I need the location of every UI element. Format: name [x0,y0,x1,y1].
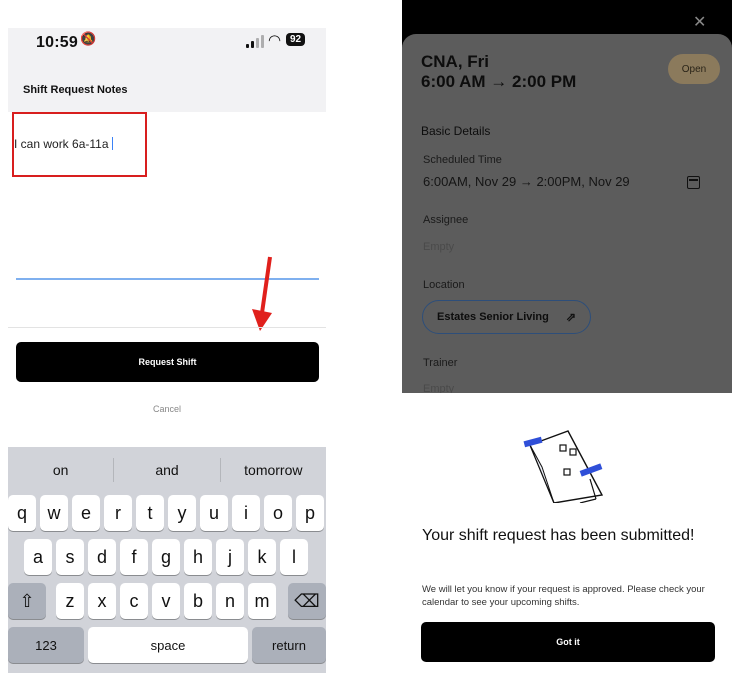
key[interactable]: t [136,495,164,531]
cancel-link[interactable]: Cancel [8,404,326,414]
key[interactable]: q [8,495,36,531]
key[interactable]: m [248,583,276,619]
notes-input-text: I can work 6a-11a [14,137,109,151]
shift-title-line2: 6:00 AM → 2:00 PM [421,72,577,91]
suggestion-bar: on and tomorrow [8,447,326,493]
calendar-illustration-icon [523,430,604,503]
keyboard: on and tomorrow q w e r t y u i o p a s … [8,447,326,673]
got-it-button[interactable]: Got it [421,622,715,662]
location-label: Location [423,279,465,291]
suggestion-item[interactable]: tomorrow [221,447,326,493]
key[interactable]: f [120,539,148,575]
right-phone-screen: ✕ CNA, Fri 6:00 AM → 2:00 PM Open Basic … [402,0,732,673]
notes-input[interactable]: I can work 6a-11a [14,137,113,151]
key[interactable]: u [200,495,228,531]
status-bar: 10:59 🔕 ◠ 92 [8,28,326,56]
location-value: Estates Senior Living [437,311,549,323]
key[interactable]: n [216,583,244,619]
key[interactable]: r [104,495,132,531]
suggestion-item[interactable]: and [114,447,219,493]
left-phone-screen: 10:59 🔕 ◠ 92 Shift Request Notes I can w… [8,0,326,673]
close-icon[interactable]: ✕ [693,12,706,32]
red-arrow-annotation [252,256,272,331]
key[interactable]: j [216,539,244,575]
key[interactable]: a [24,539,52,575]
divider [8,327,326,328]
space-key[interactable]: space [88,627,248,663]
location-chip[interactable]: Estates Senior Living ⇗ [422,300,591,334]
wifi-icon: ◠ [268,32,282,49]
key[interactable]: e [72,495,100,531]
external-link-icon: ⇗ [565,310,576,324]
shift-details-sheet: CNA, Fri 6:00 AM → 2:00 PM Open Basic De… [402,34,732,395]
suggestion-item[interactable]: on [8,447,113,493]
key[interactable]: h [184,539,212,575]
assignee-value: Empty [423,241,455,253]
key[interactable]: c [120,583,148,619]
key[interactable]: k [248,539,276,575]
basic-details-heading: Basic Details [421,124,491,138]
key[interactable]: d [88,539,116,575]
shift-title: CNA, Fri 6:00 AM → 2:00 PM [421,52,576,92]
key[interactable]: s [56,539,84,575]
request-shift-button[interactable]: Request Shift [16,342,319,382]
key[interactable]: v [152,583,180,619]
calendar-icon[interactable] [687,176,700,189]
key[interactable]: l [280,539,308,575]
text-caret [111,137,113,150]
key[interactable]: w [40,495,68,531]
status-badge: Open [668,54,720,84]
backspace-key[interactable]: ⌫ [288,583,326,619]
modal-body: We will let you know if your request is … [422,584,705,608]
battery-icon: 92 [286,33,306,46]
scheduled-time-value: 6:00AM, Nov 29 → 2:00PM, Nov 29 [423,174,630,189]
scheduled-time-label: Scheduled Time [423,154,502,166]
numbers-key[interactable]: 123 [8,627,84,663]
key[interactable]: y [168,495,196,531]
key[interactable]: x [88,583,116,619]
shift-key[interactable]: ⇧ [8,583,46,619]
bell-muted-icon: 🔕 [80,31,97,46]
key[interactable]: p [296,495,324,531]
modal-title: Your shift request has been submitted! [422,527,695,544]
shift-title-line1: CNA, Fri [421,52,489,71]
success-modal: Your shift request has been submitted! W… [402,393,732,673]
status-time: 10:59 [36,34,78,51]
trainer-label: Trainer [423,357,458,369]
key[interactable]: i [232,495,260,531]
notes-title: Shift Request Notes [23,84,128,96]
key[interactable]: b [184,583,212,619]
return-key[interactable]: return [252,627,326,663]
assignee-label: Assignee [423,214,469,226]
key[interactable]: g [152,539,180,575]
key[interactable]: z [56,583,84,619]
signal-icon [246,34,266,48]
key[interactable]: o [264,495,292,531]
